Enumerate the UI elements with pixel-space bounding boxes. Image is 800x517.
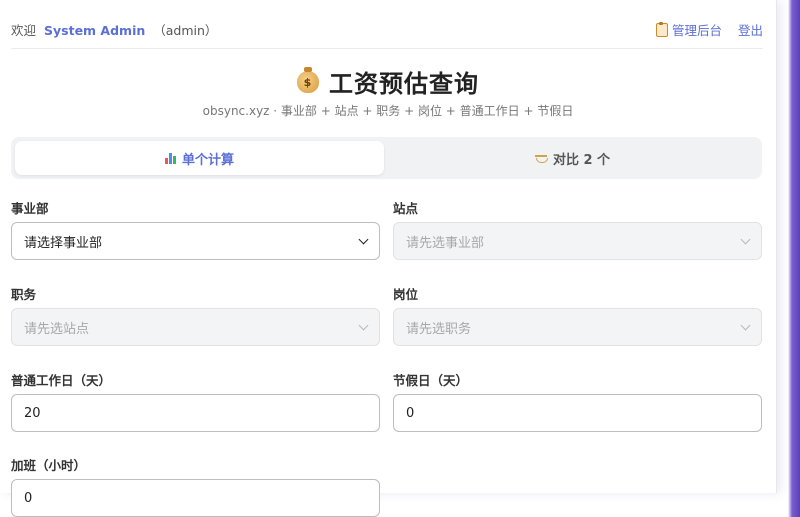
chevron-down-icon	[358, 320, 369, 331]
bar-chart-icon	[164, 152, 176, 164]
position-label: 岗位	[393, 287, 419, 302]
page-title-text: 工资预估查询	[329, 70, 479, 98]
mode-tabs: 单个计算 对比 2 个	[11, 137, 762, 179]
site-label: 站点	[393, 201, 419, 216]
holidays-field: 节假日（天）	[393, 370, 762, 432]
welcome-label: 欢迎	[11, 23, 37, 38]
tab-compare-label: 对比 2 个	[552, 152, 611, 168]
site-select[interactable]: 请先选事业部	[393, 222, 762, 260]
clipboard-icon	[655, 21, 668, 37]
top-bar: 欢迎 System Admin （admin） 管理后台 登出	[11, 10, 763, 49]
overtime-input-box[interactable]	[11, 479, 380, 517]
chevron-down-icon	[358, 234, 369, 245]
welcome-text: 欢迎 System Admin （admin）	[11, 20, 217, 39]
workdays-input[interactable]	[24, 405, 367, 421]
division-field: 事业部 请选择事业部	[11, 198, 380, 260]
workdays-input-box[interactable]	[11, 394, 380, 432]
division-select-value: 请选择事业部	[24, 235, 103, 251]
overtime-label: 加班（小时）	[11, 458, 87, 473]
tab-single-label: 单个计算	[181, 152, 234, 168]
tab-compare[interactable]: 对比 2 个	[388, 141, 757, 175]
money-bag-icon: $	[297, 66, 319, 93]
division-label: 事业部	[11, 201, 49, 216]
job-select-value: 请先选站点	[24, 321, 90, 337]
page-subtitle: obsync.xyz · 事业部 + 站点 + 职务 + 岗位 + 普通工作日 …	[202, 104, 574, 118]
site-select-value: 请先选事业部	[406, 235, 485, 251]
username: System Admin	[44, 23, 146, 38]
admin-link[interactable]: 管理后台	[655, 20, 722, 39]
chevron-down-icon	[740, 320, 751, 331]
page-title: $ 工资预估查询	[297, 64, 479, 99]
user-role: （admin）	[153, 23, 218, 38]
top-links: 管理后台 登出	[655, 20, 763, 39]
division-select[interactable]: 请选择事业部	[11, 222, 380, 260]
job-select[interactable]: 请先选站点	[11, 308, 380, 346]
holidays-input[interactable]	[406, 405, 749, 421]
job-field: 职务 请先选站点	[11, 284, 380, 346]
workdays-label: 普通工作日（天）	[11, 373, 112, 388]
holidays-input-box[interactable]	[393, 394, 762, 432]
balance-scale-icon	[534, 153, 548, 163]
overtime-field: 加班（小时）	[11, 455, 380, 517]
holidays-label: 节假日（天）	[393, 373, 469, 388]
admin-link-label: 管理后台	[671, 23, 722, 38]
position-select-value: 请先选职务	[406, 321, 472, 337]
chevron-down-icon	[740, 234, 751, 245]
tab-single[interactable]: 单个计算	[15, 141, 384, 175]
position-select[interactable]: 请先选职务	[393, 308, 762, 346]
job-label: 职务	[11, 287, 37, 302]
main-card: 欢迎 System Admin （admin） 管理后台 登出 $ 工资预估查询…	[0, 0, 777, 517]
workdays-field: 普通工作日（天）	[11, 370, 380, 432]
logout-link[interactable]: 登出	[738, 20, 763, 39]
site-field: 站点 请先选事业部	[393, 198, 762, 260]
position-field: 岗位 请先选职务	[393, 284, 762, 346]
title-area: $ 工资预估查询	[0, 64, 776, 99]
